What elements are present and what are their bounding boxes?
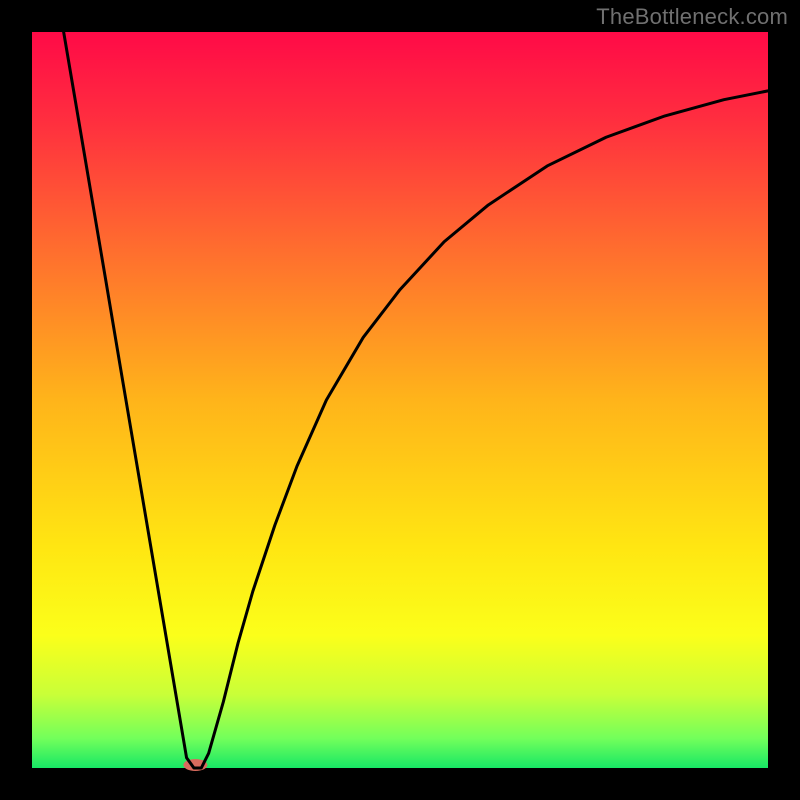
watermark-text: TheBottleneck.com (596, 4, 788, 30)
gradient-background (32, 32, 768, 768)
chart-frame: TheBottleneck.com (0, 0, 800, 800)
bottleneck-chart (0, 0, 800, 800)
